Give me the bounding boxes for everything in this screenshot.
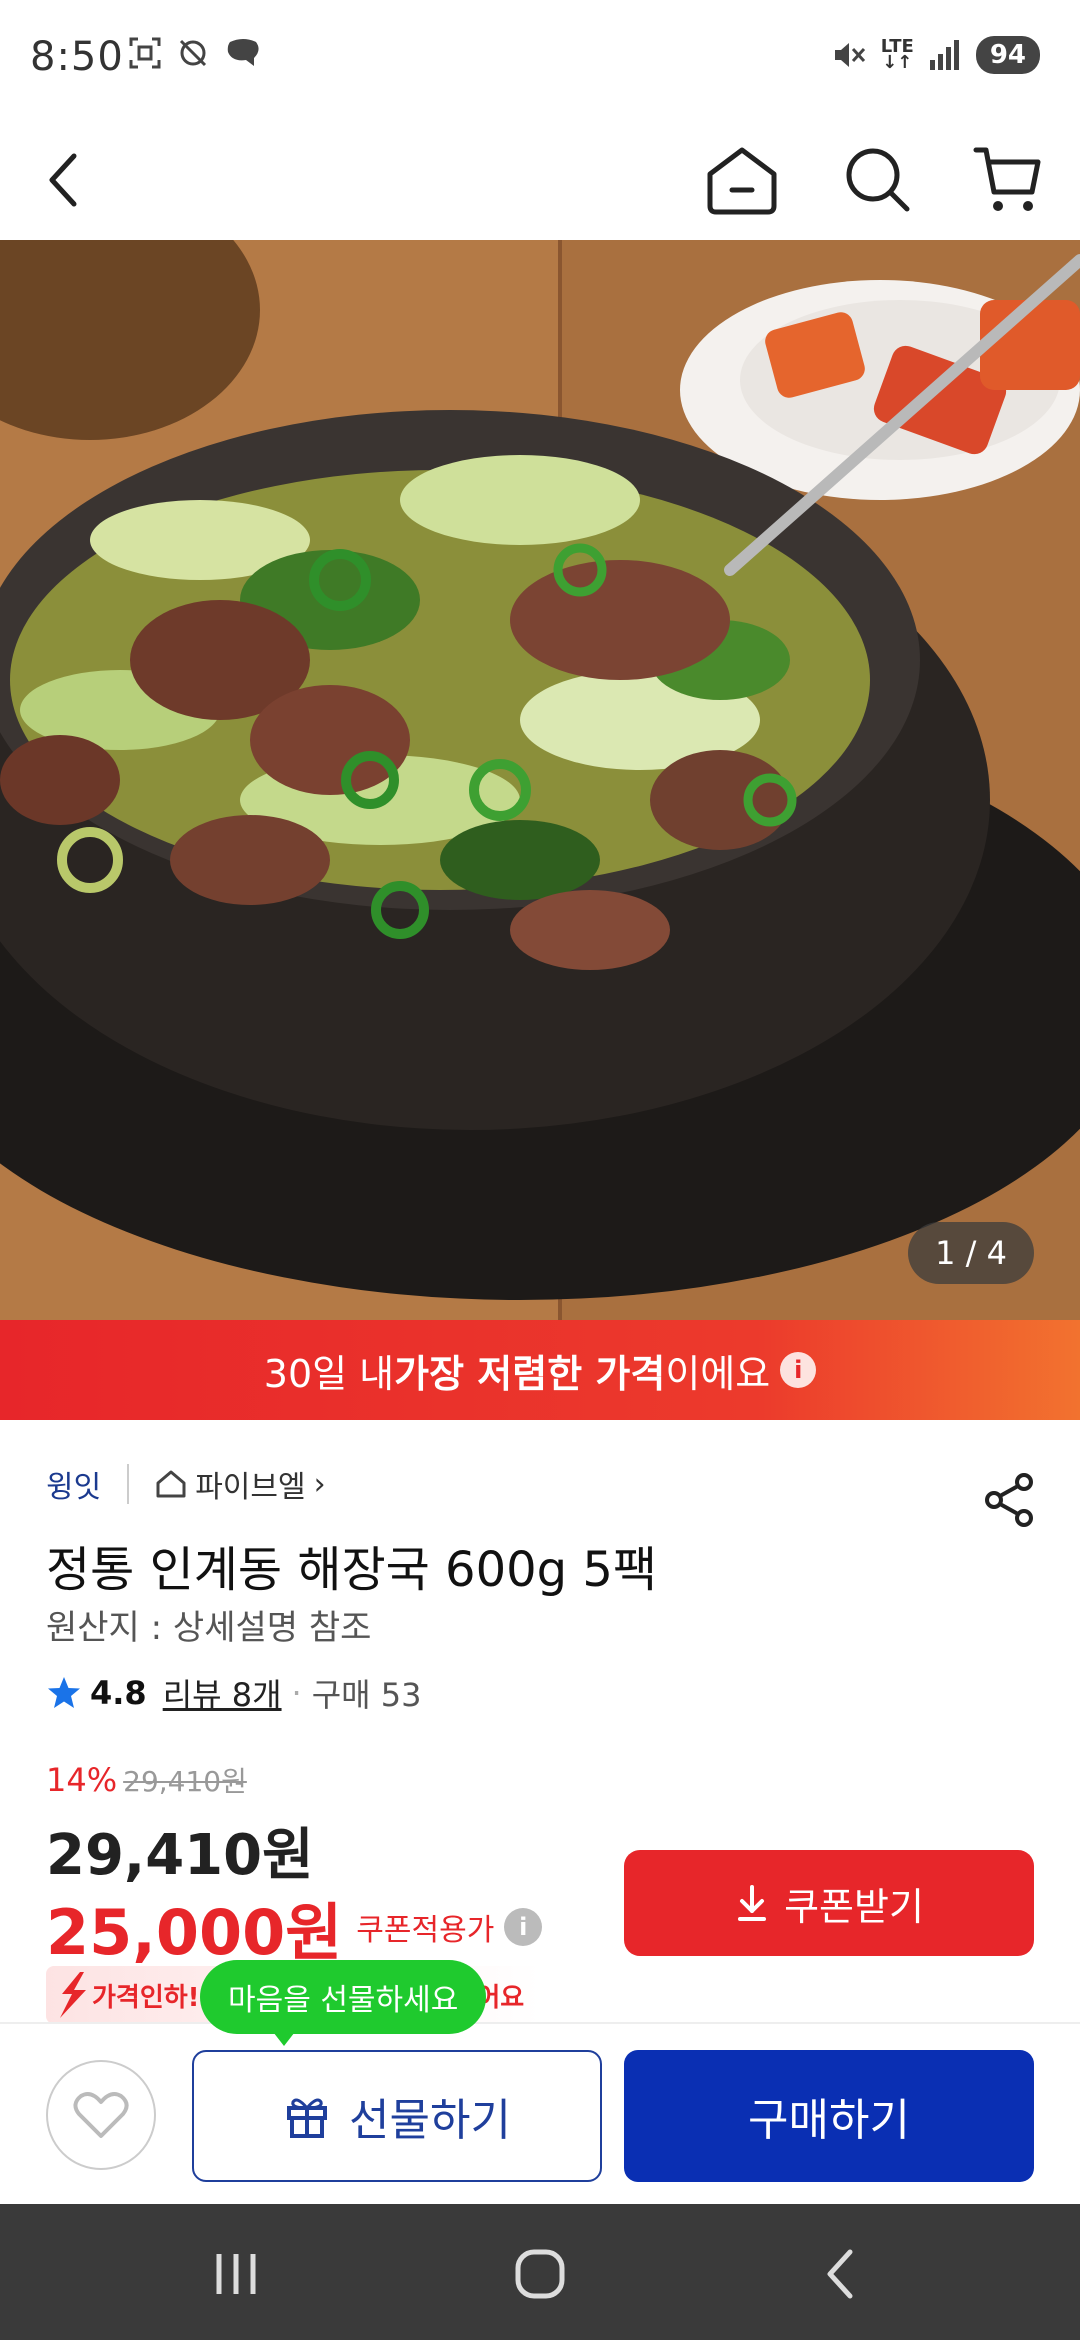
screenshot-icon — [129, 37, 161, 69]
gift-button[interactable]: 선물하기 — [192, 2050, 602, 2182]
share-button[interactable] — [980, 1470, 1040, 1530]
rating-value: 4.8 — [90, 1674, 147, 1712]
search-icon — [846, 148, 910, 212]
banner-info-icon[interactable]: i — [780, 1352, 817, 1388]
status-bar: 8:50 LTE ↓↑ 94 — [0, 0, 1080, 120]
signal-icon — [929, 40, 959, 70]
home-nav-button[interactable] — [500, 2244, 580, 2304]
star-icon — [48, 1677, 80, 1708]
status-time: 8:50 — [30, 34, 124, 80]
coupon-price: 25,000원 — [46, 1896, 343, 1969]
battery-level: 94 — [975, 36, 1040, 74]
banner-text-prefix: 30일 내 — [263, 1351, 395, 1396]
original-price: 29,410원 — [123, 1765, 247, 1798]
coupon-info-icon[interactable]: i — [504, 1908, 543, 1946]
store-chevron-icon: › — [313, 1466, 326, 1502]
rating-row: 4.8 리뷰 8개 · 구매 53 — [46, 1670, 422, 1716]
bottom-action-bar: 선물하기 구매하기 — [0, 2022, 1080, 2204]
top-nav-bar — [0, 120, 1080, 240]
get-coupon-label: 쿠폰받기 — [784, 1884, 924, 1929]
data-arrows-icon: ↓↑ — [882, 52, 913, 73]
home-button[interactable] — [700, 138, 784, 222]
product-origin: 원산지 : 상세설명 참조 — [46, 1608, 372, 1648]
back-nav-button[interactable] — [800, 2244, 880, 2304]
coupon-price-row: 25,000원 쿠폰적용가 i — [46, 1882, 543, 1972]
location-off-icon — [179, 39, 207, 67]
product-photo-haejangguk — [0, 240, 1080, 1320]
system-navigation-bar — [0, 2204, 1080, 2340]
gift-tooltip: 마음을 선물하세요 — [200, 1960, 487, 2034]
store-home-icon — [156, 1470, 186, 1498]
brand-row: 윙잇 파이브엘 › — [46, 1462, 326, 1506]
share-icon — [985, 1473, 1033, 1527]
recent-apps-button[interactable] — [196, 2244, 276, 2304]
store-link[interactable]: 파이브엘 › — [155, 1462, 326, 1506]
coupon-price-label: 쿠폰적용가 — [356, 1913, 495, 1948]
separator-dot: · — [291, 1674, 302, 1712]
download-icon — [738, 1885, 767, 1921]
discount-rate: 14% — [46, 1761, 118, 1799]
brand-name[interactable]: 윙잇 — [46, 1462, 101, 1506]
gift-tooltip-tail — [270, 2028, 298, 2046]
status-notification-icons — [128, 36, 262, 70]
chat-bubble-icon — [227, 39, 259, 66]
status-system-icons: LTE ↓↑ 94 — [831, 36, 1040, 74]
chevron-left-icon — [49, 153, 77, 207]
home-icon — [707, 147, 777, 215]
price-down-arrow-icon — [60, 1972, 86, 2018]
back-nav-icon — [827, 2249, 853, 2299]
recent-apps-icon — [216, 2254, 256, 2294]
get-coupon-button[interactable]: 쿠폰받기 — [624, 1850, 1034, 1956]
lte-indicator: LTE ↓↑ — [881, 38, 914, 73]
buy-button[interactable]: 구매하기 — [624, 2050, 1034, 2182]
gift-icon — [287, 2098, 328, 2138]
search-button[interactable] — [836, 138, 920, 222]
purchase-count: 구매 53 — [311, 1676, 422, 1714]
product-title: 정통 인계동 해장국 600g 5팩 — [46, 1542, 658, 1598]
cart-icon — [973, 147, 1041, 211]
brand-divider — [127, 1464, 130, 1504]
wishlist-button[interactable] — [46, 2060, 156, 2170]
review-link[interactable]: 리뷰 8개 — [163, 1670, 282, 1716]
discount-row: 14% 29,410원 — [46, 1760, 247, 1800]
sale-price: 29,410원 — [46, 1823, 314, 1888]
store-name: 파이브엘 — [195, 1470, 306, 1505]
back-button[interactable] — [22, 138, 106, 222]
heart-icon — [73, 2092, 129, 2138]
banner-text-suffix: 이에요 — [665, 1351, 771, 1396]
home-circle-icon — [515, 2249, 565, 2299]
product-image-carousel[interactable]: 1 / 4 — [0, 240, 1080, 1320]
lowest-price-banner: 30일 내 가장 저렴한 가격 이에요 i — [0, 1320, 1080, 1420]
cart-button[interactable] — [966, 138, 1050, 222]
banner-text-highlight: 가장 저렴한 가격 — [394, 1351, 666, 1396]
gift-button-label: 선물하기 — [349, 2095, 511, 2146]
mute-icon — [834, 43, 865, 67]
image-page-indicator: 1 / 4 — [908, 1222, 1034, 1284]
